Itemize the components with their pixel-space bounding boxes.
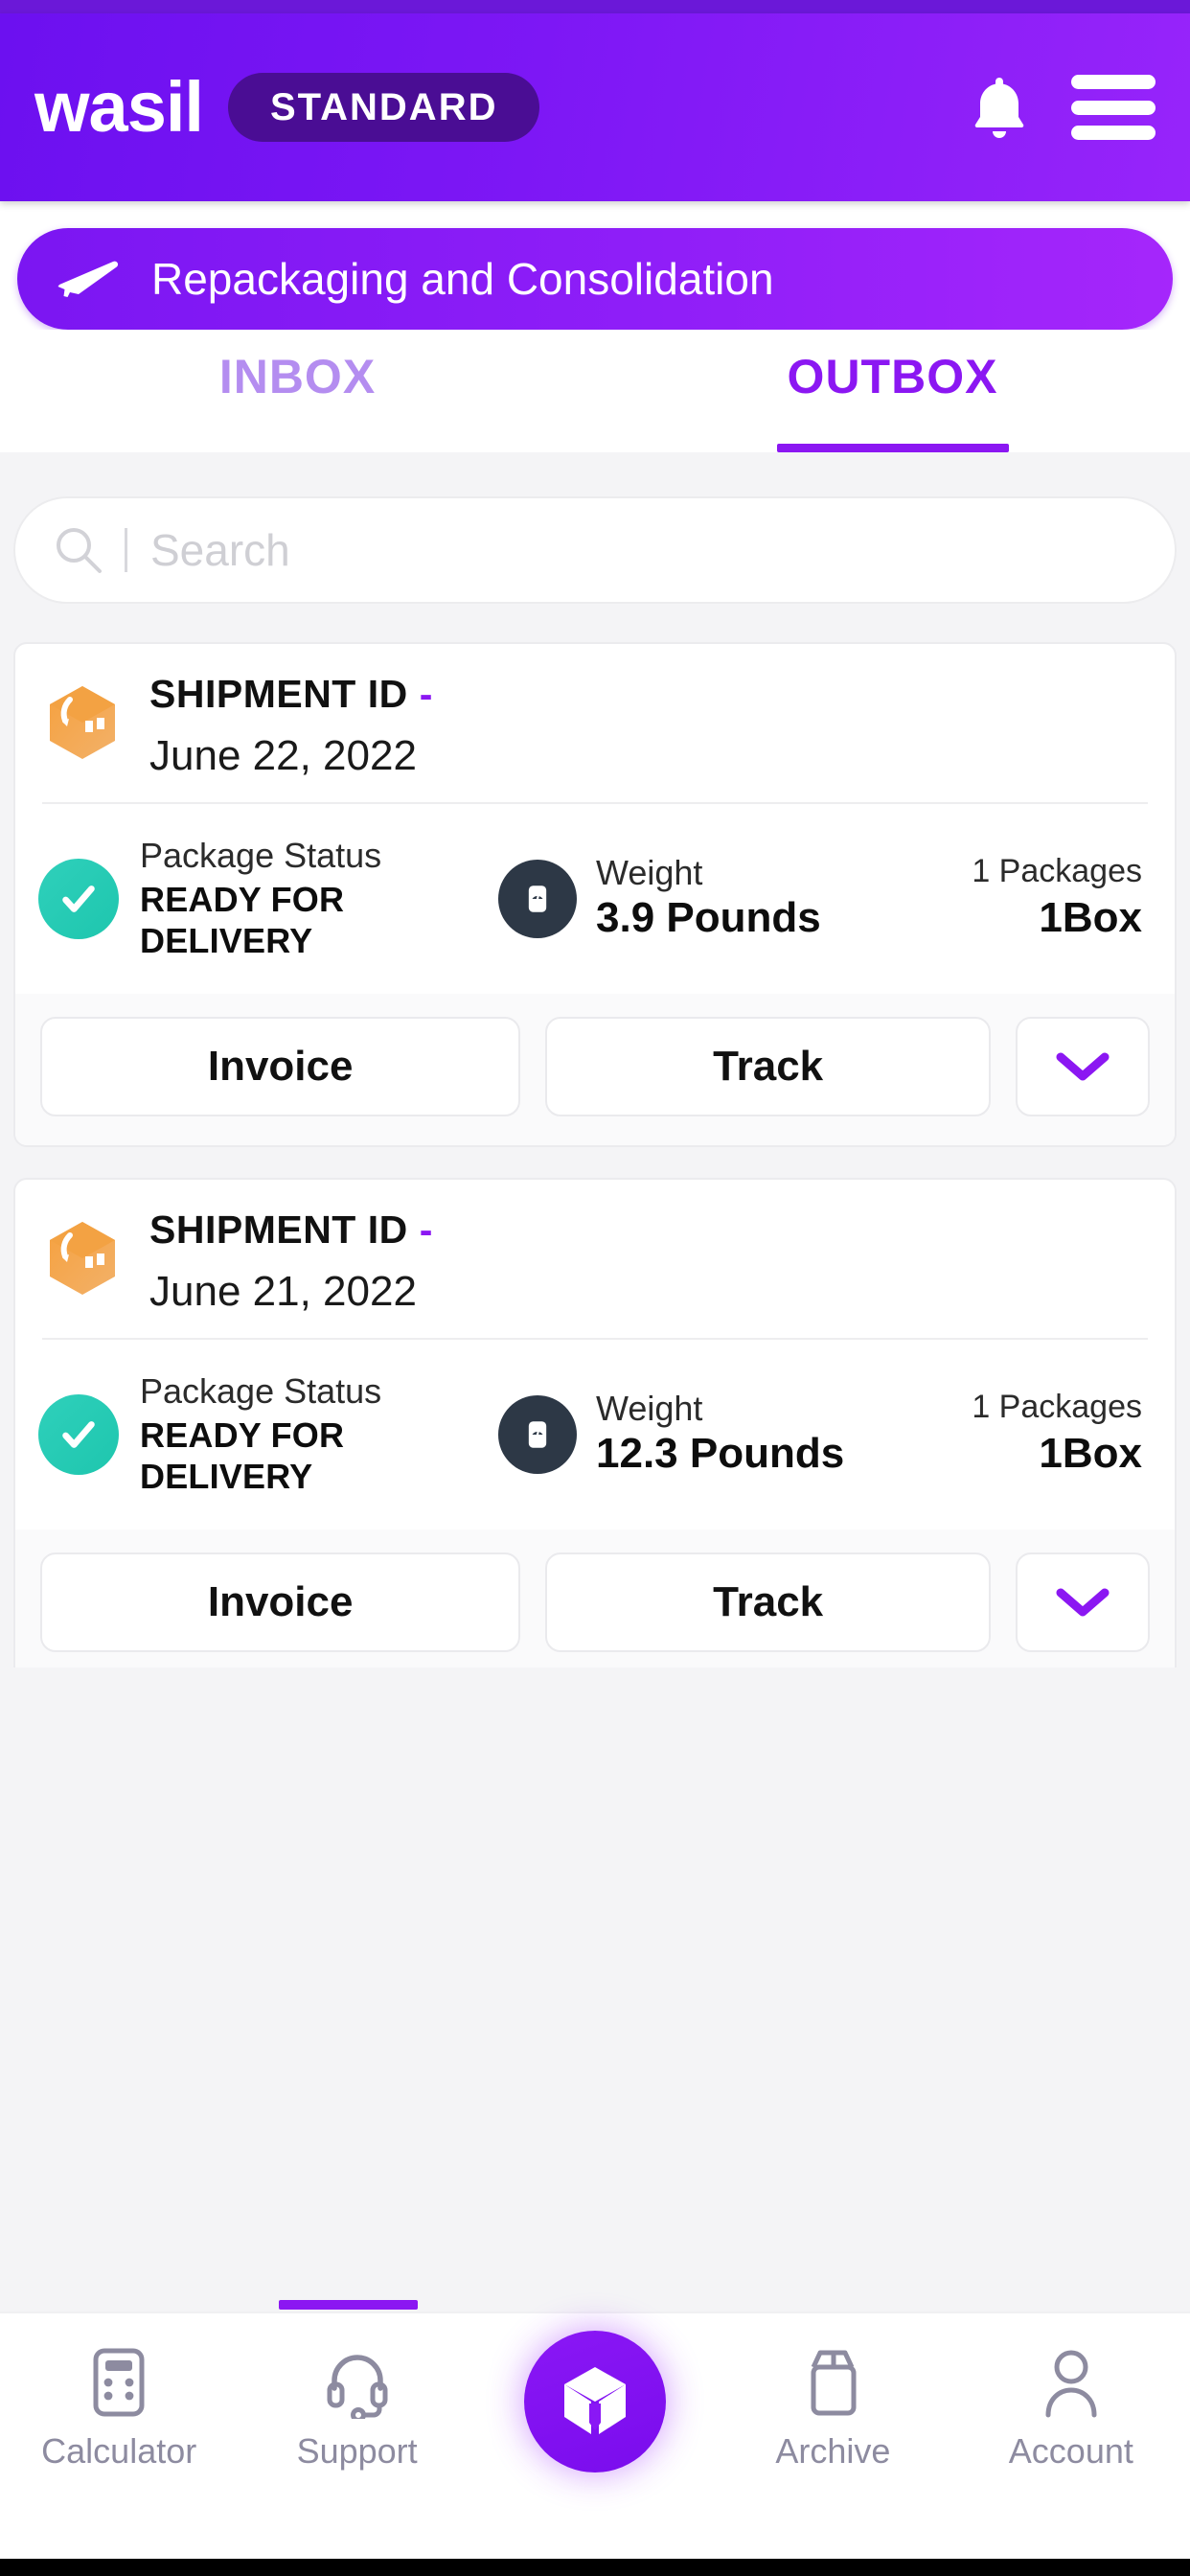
weight-scale-icon	[498, 1394, 577, 1474]
shipment-card[interactable]: SHIPMENT ID - June 22, 2022 Package Stat…	[13, 642, 1177, 1147]
orange-parcel-box-icon	[38, 678, 126, 767]
nav-item-support[interactable]: Support	[238, 2346, 475, 2469]
airplane-icon	[56, 256, 119, 302]
invoice-button[interactable]: Invoice	[40, 1016, 521, 1116]
shipment-list-scroll-area[interactable]: Search SHIPMENT ID - June 22, 2022 Packa…	[0, 452, 1190, 1668]
shipment-card-headtext: SHIPMENT ID - June 21, 2022	[149, 1207, 433, 1315]
weight-value: 12.3 Pounds	[596, 1430, 845, 1478]
nav-label-calculator: Calculator	[41, 2431, 197, 2471]
package-status-text: Package Status READY FOR DELIVERY	[140, 837, 498, 961]
open-box-icon[interactable]	[524, 2331, 667, 2472]
search-placeholder: Search	[150, 525, 290, 575]
status-bar-strip	[0, 0, 1190, 13]
tab-outbox[interactable]: OUTBOX	[595, 343, 1190, 452]
nav-label-archive: Archive	[775, 2431, 891, 2471]
plan-badge: STANDARD	[228, 73, 540, 142]
shipment-id-line: SHIPMENT ID -	[149, 675, 432, 714]
packages-group: 1 Packages 1Box	[972, 852, 1152, 944]
package-status-group: Package Status READY FOR DELIVERY	[38, 837, 498, 961]
nav-item-account[interactable]: Account	[952, 2346, 1190, 2469]
inbox-outbox-tabs: INBOX OUTBOX	[0, 330, 1190, 452]
person-icon	[1036, 2346, 1107, 2419]
package-status-value: READY FOR DELIVERY	[140, 879, 345, 960]
search-input[interactable]: Search	[13, 496, 1177, 604]
shipment-card-body: Package Status READY FOR DELIVERY Weight…	[15, 1340, 1175, 1530]
package-status-text: Package Status READY FOR DELIVERY	[140, 1372, 498, 1497]
bottom-navigation-bar: Calculator Support Archive Account	[0, 2312, 1190, 2559]
header-actions	[970, 74, 1156, 141]
hamburger-menu-icon[interactable]	[1071, 75, 1156, 140]
app-logo: wasil	[34, 67, 204, 147]
shipment-card[interactable]: SHIPMENT ID - June 21, 2022 Package Stat…	[13, 1177, 1177, 1668]
packages-value: 1Box	[1039, 894, 1142, 942]
check-circle-icon	[38, 1393, 119, 1475]
orange-parcel-box-icon	[38, 1214, 126, 1302]
bell-icon[interactable]	[970, 74, 1029, 141]
repackaging-banner[interactable]: Repackaging and Consolidation	[17, 228, 1173, 330]
weight-caption: Weight	[596, 852, 703, 892]
expand-button[interactable]	[1016, 1016, 1151, 1116]
hamburger-line	[1071, 100, 1156, 115]
weight-group: Weight 12.3 Pounds	[498, 1390, 972, 1480]
search-icon	[54, 525, 103, 575]
shipment-card-header: SHIPMENT ID - June 21, 2022	[15, 1180, 1175, 1338]
shipment-card-body: Package Status READY FOR DELIVERY Weight…	[15, 804, 1175, 994]
nav-label-account: Account	[1008, 2431, 1133, 2471]
invoice-button[interactable]: Invoice	[40, 1552, 521, 1652]
check-circle-icon	[38, 858, 119, 939]
nav-label-support: Support	[296, 2431, 418, 2471]
package-status-caption: Package Status	[140, 836, 382, 875]
weight-text: Weight 3.9 Pounds	[596, 854, 821, 944]
scroll-progress-indicator	[279, 2300, 418, 2310]
shipment-id-line: SHIPMENT ID -	[149, 1207, 433, 1252]
chevron-down-icon	[1055, 1586, 1110, 1619]
tab-active-indicator	[776, 444, 1009, 452]
home-indicator-bar	[0, 2559, 1190, 2576]
tab-outbox-label: OUTBOX	[787, 350, 998, 403]
weight-group: Weight 3.9 Pounds	[498, 854, 972, 944]
package-status-value: READY FOR DELIVERY	[140, 1414, 345, 1496]
hamburger-line	[1071, 75, 1156, 89]
archive-box-icon	[797, 2346, 868, 2419]
nav-item-home[interactable]	[476, 2331, 714, 2472]
track-button[interactable]: Track	[545, 1016, 992, 1116]
shipment-date: June 21, 2022	[149, 1267, 417, 1315]
search-cursor	[125, 528, 127, 572]
app-header: wasil STANDARD	[0, 13, 1190, 201]
shipment-card-header: SHIPMENT ID - June 22, 2022	[15, 644, 1175, 802]
weight-value: 3.9 Pounds	[596, 894, 821, 942]
nav-item-calculator[interactable]: Calculator	[0, 2346, 238, 2469]
shipment-card-actions: Invoice Track	[15, 993, 1175, 1145]
expand-button[interactable]	[1016, 1552, 1151, 1652]
weight-scale-icon	[498, 859, 577, 938]
chevron-down-icon	[1055, 1050, 1110, 1083]
calculator-icon	[83, 2346, 154, 2419]
packages-value: 1Box	[1039, 1430, 1142, 1478]
tab-inbox-label: INBOX	[218, 350, 377, 403]
weight-text: Weight 12.3 Pounds	[596, 1390, 844, 1480]
tab-inbox[interactable]: INBOX	[0, 343, 595, 452]
packages-count: 1 Packages	[972, 852, 1142, 889]
shipment-id-label: SHIPMENT ID	[149, 1207, 408, 1252]
shipment-id-value: -	[419, 672, 433, 716]
packages-group: 1 Packages 1Box	[972, 1388, 1152, 1480]
shipment-card-actions: Invoice Track	[15, 1529, 1175, 1668]
banner-container: Repackaging and Consolidation	[0, 201, 1190, 330]
packages-count: 1 Packages	[972, 1388, 1142, 1425]
shipment-card-headtext: SHIPMENT ID - June 22, 2022	[149, 675, 432, 777]
package-status-group: Package Status READY FOR DELIVERY	[38, 1372, 498, 1497]
shipment-date: June 22, 2022	[149, 732, 417, 779]
package-status-caption: Package Status	[140, 1370, 382, 1411]
hamburger-line	[1071, 126, 1156, 140]
shipment-id-value: -	[419, 1207, 433, 1252]
banner-label: Repackaging and Consolidation	[151, 254, 774, 304]
weight-caption: Weight	[596, 1388, 703, 1428]
nav-item-archive[interactable]: Archive	[714, 2346, 951, 2469]
headset-icon	[322, 2346, 393, 2423]
track-button[interactable]: Track	[545, 1552, 992, 1652]
shipment-id-label: SHIPMENT ID	[149, 672, 408, 716]
